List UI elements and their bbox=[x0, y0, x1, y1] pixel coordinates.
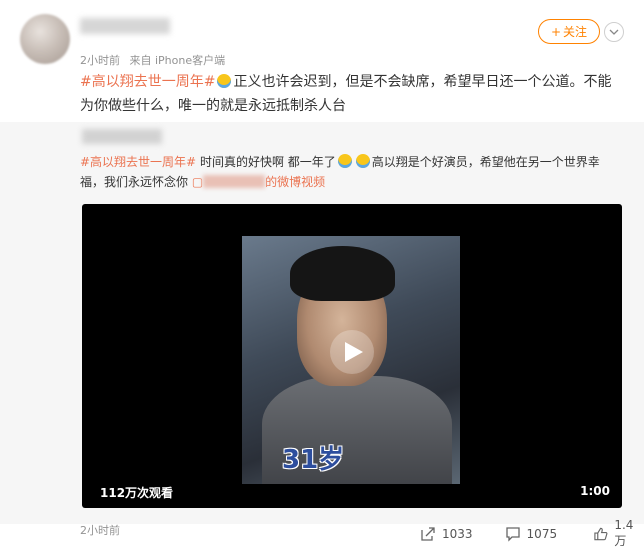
repost-body: 时间真的好快啊 都一年了 bbox=[196, 155, 336, 169]
post-text: #高以翔去世一周年# 正义也许会迟到，但是不会缺席，希望早日还一个公道。不能为你做… bbox=[80, 70, 620, 118]
play-button[interactable] bbox=[330, 330, 374, 374]
repost-count: 1033 bbox=[442, 526, 473, 541]
plus-icon: + bbox=[550, 24, 562, 39]
repost-time[interactable]: 2小时前 bbox=[80, 522, 120, 538]
original-author-blurred[interactable] bbox=[82, 129, 162, 144]
post-source: 来自 iPhone客户端 bbox=[129, 54, 226, 67]
video-link-suffix[interactable]: 的微博视频 bbox=[265, 175, 325, 189]
repost-hashtag-link[interactable]: #高以翔去世一周年# bbox=[80, 155, 196, 169]
crying-emoji-icon bbox=[217, 74, 232, 88]
view-count: 112万次观看 bbox=[100, 486, 174, 500]
repost-text: #高以翔去世一周年# 时间真的好快啊 都一年了 高以翔是个好演员，希望他在另一个世… bbox=[80, 152, 620, 192]
play-icon bbox=[345, 342, 363, 362]
follow-label: 关注 bbox=[563, 25, 588, 39]
video-link-blurred[interactable] bbox=[203, 175, 266, 188]
video-player[interactable]: 31岁 112万次观看 1:00 bbox=[82, 204, 622, 508]
comment-button[interactable]: 1075 bbox=[505, 518, 558, 549]
comment-icon bbox=[505, 526, 520, 542]
repost-button[interactable]: 1033 bbox=[420, 518, 473, 549]
action-bar: 1033 1075 1.4万 bbox=[420, 518, 644, 549]
video-link-icon[interactable]: ▢ bbox=[192, 175, 203, 189]
crying-emoji-icon bbox=[337, 154, 352, 168]
like-count: 1.4万 bbox=[614, 518, 634, 548]
comment-count: 1075 bbox=[526, 526, 558, 541]
video-duration: 1:00 bbox=[580, 484, 610, 498]
hashtag-link[interactable]: #高以翔去世一周年# bbox=[80, 74, 215, 90]
follow-button[interactable]: + 关注 bbox=[538, 19, 600, 44]
chevron-down-icon[interactable] bbox=[604, 22, 624, 42]
crying-emoji-icon bbox=[355, 154, 370, 168]
thumbs-up-icon bbox=[594, 527, 608, 540]
like-button[interactable]: 1.4万 bbox=[593, 518, 644, 549]
post-meta: 2小时前 来自 iPhone客户端 bbox=[80, 52, 231, 68]
username-blurred[interactable] bbox=[80, 18, 170, 34]
repost-icon bbox=[421, 526, 435, 541]
poster-figure-hair bbox=[290, 246, 395, 301]
poster-overlay-text: 31岁 bbox=[282, 445, 345, 475]
post-time[interactable]: 2小时前 bbox=[80, 54, 120, 67]
avatar[interactable] bbox=[20, 14, 70, 64]
